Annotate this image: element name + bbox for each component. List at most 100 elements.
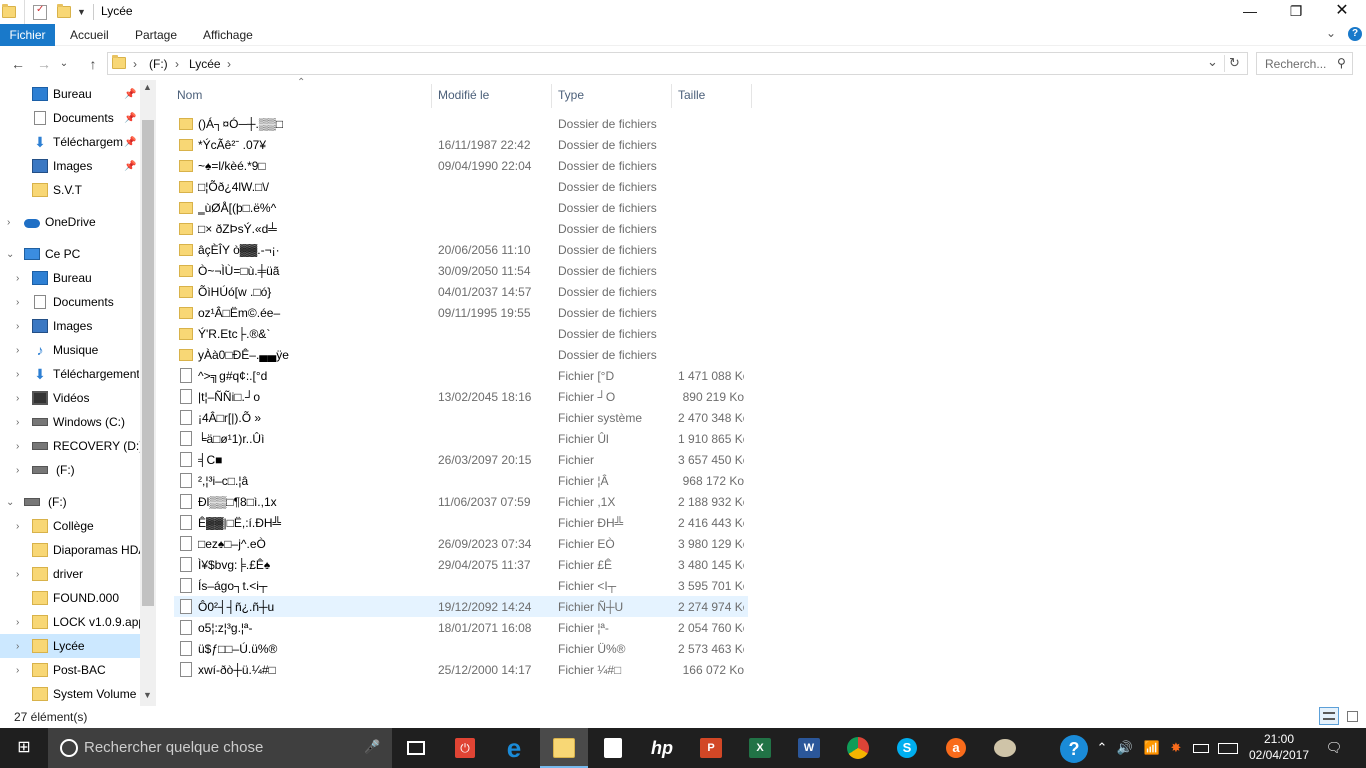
column-header-size[interactable]: Taille bbox=[678, 84, 750, 108]
tab-fichier[interactable]: Fichier bbox=[0, 24, 55, 46]
chevron-right-icon[interactable]: › bbox=[16, 393, 19, 404]
chevron-right-icon[interactable]: › bbox=[16, 345, 19, 356]
file-row[interactable]: o5¦:z¦³g.¦ª- 18/01/2071 16:08 Fichier ¦ª- 2… bbox=[174, 617, 748, 638]
nav-item-driver[interactable]: › driver bbox=[0, 562, 140, 586]
file-row[interactable]: Ò~¬ÌÙ=□ù.╪üã 30/09/2050 11:54 Dossier de f… bbox=[174, 260, 748, 281]
column-header-modified[interactable]: Modifié le bbox=[438, 84, 550, 108]
nav-item-images-quick[interactable]: Images 📌 bbox=[0, 154, 140, 178]
start-button[interactable]: ⊞ bbox=[0, 728, 48, 768]
file-explorer-icon[interactable] bbox=[540, 728, 588, 768]
breadcrumb-separator[interactable]: › bbox=[175, 57, 179, 71]
avast-icon[interactable]: a bbox=[932, 728, 980, 768]
file-row[interactable]: □¦Õð¿4lW.□\/ Dossier de fichiers bbox=[174, 176, 748, 197]
nav-item-musique[interactable]: › ♪ Musique bbox=[0, 338, 140, 362]
file-row[interactable]: yÀà0□ÐÊ‒.▄▄ÿe Dossier de fichiers bbox=[174, 344, 748, 365]
hp-icon[interactable]: hp bbox=[638, 728, 686, 768]
nav-item-bureau[interactable]: › Bureau bbox=[0, 266, 140, 290]
tab-partage[interactable]: Partage bbox=[121, 24, 191, 46]
file-row[interactable]: Ô0²┤┤ñ¿.ñ┼u 19/12/2092 14:24 Fichier Ñ┼U 2 … bbox=[174, 596, 748, 617]
file-row[interactable]: ÕìHÚó[w .□ó} 04/01/2037 14:57 Dossier de f… bbox=[174, 281, 748, 302]
chevron-right-icon[interactable]: › bbox=[16, 321, 19, 332]
store-icon[interactable] bbox=[589, 728, 637, 768]
nav-item-lock-app[interactable]: › LOCK v1.0.9.app bbox=[0, 610, 140, 634]
nav-item-telechargements-quick[interactable]: ⬇ Téléchargements📌 bbox=[0, 130, 140, 154]
taskbar-clock[interactable]: 21:00 02/04/2017 bbox=[1243, 731, 1315, 763]
file-row[interactable]: ²,¦³i–c□.¦â Fichier ¦Â 968 172 Ko bbox=[174, 470, 748, 491]
volume-icon[interactable]: 🔊 bbox=[1114, 728, 1136, 768]
power-app-icon[interactable]: ⏻ bbox=[441, 728, 489, 768]
file-row[interactable]: Ís–ágo┐t.<i┬ Fichier <I┬ 3 595 701 Ko bbox=[174, 575, 748, 596]
minimize-button[interactable]: — bbox=[1227, 0, 1273, 24]
nav-item-drive-f[interactable]: › (F:) bbox=[0, 458, 140, 482]
maximize-button[interactable]: ❐ bbox=[1273, 0, 1319, 24]
nav-item-documents-quick[interactable]: Documents 📌 bbox=[0, 106, 140, 130]
nav-item-svt[interactable]: S.V.T bbox=[0, 178, 140, 202]
chevron-right-icon[interactable]: › bbox=[16, 417, 19, 428]
avast-tray-icon[interactable]: ✸ bbox=[1166, 728, 1186, 768]
file-row[interactable]: Ì¥$bvg:╞.£Ê♠ 29/04/2075 11:37 Fichier £Ê 3 … bbox=[174, 554, 748, 575]
file-row[interactable]: oz¹Â□Ëm©.ée‒ 09/11/1995 19:55 Dossier de f… bbox=[174, 302, 748, 323]
details-view-button[interactable] bbox=[1319, 707, 1339, 725]
chrome-icon[interactable] bbox=[834, 728, 882, 768]
file-row[interactable]: |t¦–ÑÑi□.┘o 13/02/2045 18:16 Fichier ┘O 890… bbox=[174, 386, 748, 407]
nav-item-windows-c[interactable]: › Windows (C:) bbox=[0, 410, 140, 434]
battery-icon[interactable] bbox=[1190, 728, 1212, 768]
breadcrumb-drive[interactable]: (F:) bbox=[149, 57, 168, 71]
column-header-name[interactable]: Nom bbox=[177, 84, 431, 108]
file-row[interactable]: *ÝcÃê²ˉ .07¥ 16/11/1987 22:42 Dossier de f… bbox=[174, 134, 748, 155]
pin-icon[interactable]: 📌 bbox=[124, 89, 136, 100]
scroll-up-icon[interactable]: ▲ bbox=[143, 82, 152, 92]
properties-icon[interactable]: ✓ bbox=[33, 3, 47, 21]
file-row[interactable]: □× ðZÞsÝ.«d╧ Dossier de fichiers bbox=[174, 218, 748, 239]
search-input[interactable]: Recherch... ⚲ bbox=[1256, 52, 1353, 75]
chevron-right-icon[interactable]: › bbox=[16, 273, 19, 284]
file-row[interactable]: ~♠=l/kèé.*9□ 09/04/1990 22:04 Dossier de f… bbox=[174, 155, 748, 176]
chevron-right-icon[interactable]: › bbox=[16, 665, 19, 676]
help-tray-icon[interactable]: ? bbox=[1058, 728, 1090, 768]
ribbon-expand-icon[interactable]: ⌄ bbox=[1326, 26, 1336, 40]
scroll-down-icon[interactable]: ▼ bbox=[143, 690, 152, 700]
help-icon[interactable]: ? bbox=[1348, 27, 1362, 41]
breadcrumb-separator[interactable]: › bbox=[227, 57, 231, 71]
powerpoint-icon[interactable]: P bbox=[687, 728, 735, 768]
file-row[interactable]: âçÈÎY ò▓▓.-¬¡· 20/06/2056 11:10 Dossier de… bbox=[174, 239, 748, 260]
chevron-right-icon[interactable]: › bbox=[16, 441, 19, 452]
chevron-down-icon[interactable]: ⌄ bbox=[6, 249, 14, 260]
network-icon[interactable]: 📶 bbox=[1141, 728, 1163, 768]
file-row[interactable]: ‗ùØÅ[(þ□.ë%^ Dossier de fichiers bbox=[174, 197, 748, 218]
file-row[interactable]: ¡4Â□r[|).Õ » Fichier système 2 470 348 Ko bbox=[174, 407, 748, 428]
scroll-thumb[interactable] bbox=[142, 120, 154, 606]
file-row[interactable]: xwí-ðò┼ü.¼#□ 25/12/2000 14:17 Fichier ¼#□ 1… bbox=[174, 659, 748, 680]
taskbar-search-input[interactable]: Rechercher quelque chose 🎤 bbox=[48, 728, 392, 768]
file-row[interactable]: ^>╗g#q¢:.[°d Fichier [°D 1 471 088 Ko bbox=[174, 365, 748, 386]
keyboard-icon[interactable] bbox=[1215, 728, 1241, 768]
file-row[interactable]: ()Á┐¤Ó─┼.▒▒□ Dossier de fichiers bbox=[174, 113, 748, 134]
back-button[interactable]: ← bbox=[8, 54, 28, 74]
column-header-type[interactable]: Type bbox=[558, 84, 670, 108]
edge-icon[interactable]: e bbox=[490, 728, 538, 768]
column-divider[interactable] bbox=[751, 84, 752, 108]
file-row[interactable]: ü$ƒ□□–Ú.ü%® Fichier Ü%® 2 573 463 Ko bbox=[174, 638, 748, 659]
nav-item-bureau-quick[interactable]: Bureau 📌 bbox=[0, 82, 140, 106]
column-divider[interactable] bbox=[551, 84, 552, 108]
nav-item-drive-f-root[interactable]: ⌄ (F:) bbox=[0, 490, 140, 514]
chevron-right-icon[interactable]: › bbox=[16, 521, 19, 532]
file-row[interactable]: ╘ä□ø¹1)r..Ûì Fichier Ûl 1 910 865 Ko bbox=[174, 428, 748, 449]
chevron-right-icon[interactable]: › bbox=[16, 641, 19, 652]
show-hidden-icons[interactable]: ⌃ bbox=[1094, 728, 1110, 768]
new-folder-icon[interactable] bbox=[57, 3, 71, 21]
chevron-right-icon[interactable]: › bbox=[16, 569, 19, 580]
pin-icon[interactable]: 📌 bbox=[124, 113, 136, 124]
tab-accueil[interactable]: Accueil bbox=[56, 24, 123, 46]
chevron-right-icon[interactable]: › bbox=[16, 617, 19, 628]
nav-item-images[interactable]: › Images bbox=[0, 314, 140, 338]
nav-item-diaporamas-hda[interactable]: Diaporamas HDA bbox=[0, 538, 140, 562]
file-row[interactable]: ╡C■ 26/03/2097 20:15 Fichier 3 657 450 Ko bbox=[174, 449, 748, 470]
chevron-right-icon[interactable]: › bbox=[7, 217, 10, 228]
nav-item-post-bac[interactable]: › Post-BAC bbox=[0, 658, 140, 682]
nav-item-college[interactable]: › Collège bbox=[0, 514, 140, 538]
address-dropdown[interactable]: ⌄ bbox=[1207, 54, 1218, 70]
column-divider[interactable] bbox=[431, 84, 432, 108]
nav-item-videos[interactable]: › Vidéos bbox=[0, 386, 140, 410]
action-center-icon[interactable]: 🗨 bbox=[1320, 728, 1348, 768]
